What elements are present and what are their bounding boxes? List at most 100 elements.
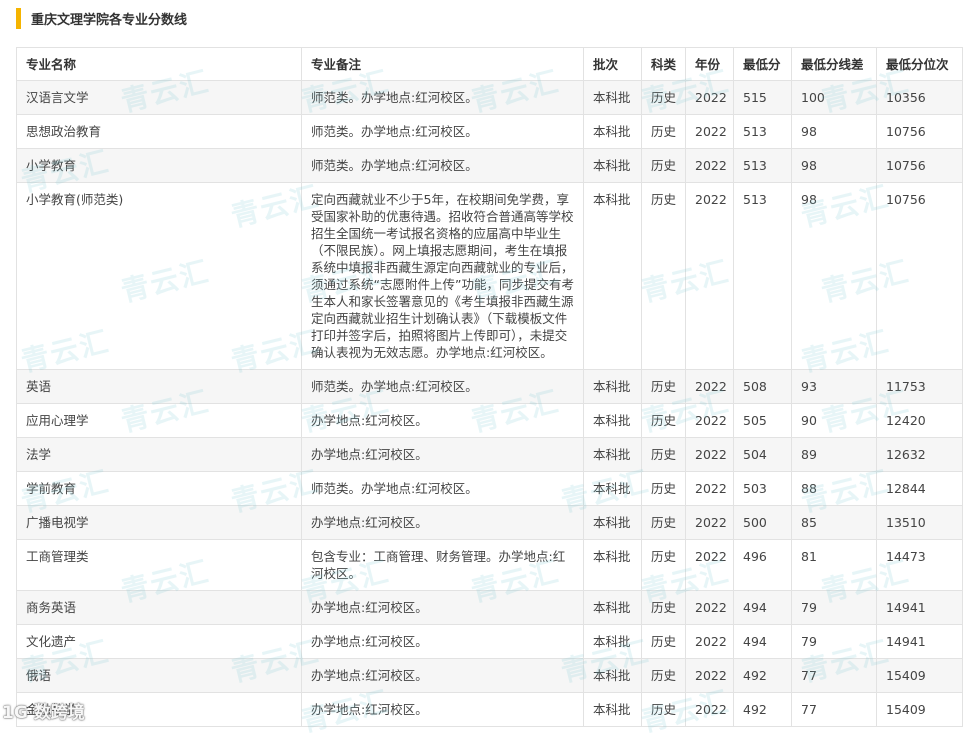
cell-batch: 本科批 xyxy=(583,369,642,404)
cell-batch: 本科批 xyxy=(583,471,642,506)
cell-score-diff: 89 xyxy=(791,437,877,472)
table-row: 汉语言文学 师范类。办学地点:红河校区。 本科批 历史 2022 515 100 10356 xyxy=(16,80,963,115)
cell-min-rank: 15409 xyxy=(876,658,963,693)
cell-batch: 本科批 xyxy=(583,539,642,591)
cell-subject: 历史 xyxy=(641,658,686,693)
table-row: 应用心理学 办学地点:红河校区。 本科批 历史 2022 505 90 12420 xyxy=(16,403,963,438)
cell-major: 广播电视学 xyxy=(16,505,302,540)
cell-batch: 本科批 xyxy=(583,80,642,115)
cell-min-score: 503 xyxy=(733,471,792,506)
cell-year: 2022 xyxy=(685,114,734,149)
header-major: 专业名称 xyxy=(16,47,302,81)
cell-batch: 本科批 xyxy=(583,114,642,149)
cell-batch: 本科批 xyxy=(583,437,642,472)
cell-min-score: 513 xyxy=(733,182,792,370)
cell-year: 2022 xyxy=(685,369,734,404)
title-accent-bar xyxy=(16,8,21,29)
cell-score-diff: 79 xyxy=(791,590,877,625)
cell-score-diff: 98 xyxy=(791,182,877,370)
cell-min-rank: 12632 xyxy=(876,437,963,472)
page-header: 重庆文理学院各专业分数线 xyxy=(16,8,187,29)
cell-score-diff: 79 xyxy=(791,624,877,659)
cell-year: 2022 xyxy=(685,658,734,693)
header-year: 年份 xyxy=(685,47,734,81)
cell-subject: 历史 xyxy=(641,437,686,472)
cell-min-rank: 12420 xyxy=(876,403,963,438)
cell-min-score: 505 xyxy=(733,403,792,438)
cell-subject: 历史 xyxy=(641,624,686,659)
cell-subject: 历史 xyxy=(641,80,686,115)
cell-min-score: 500 xyxy=(733,505,792,540)
table-header-row: 专业名称 专业备注 批次 科类 年份 最低分 最低分线差 最低分位次 xyxy=(16,47,963,81)
cell-min-rank: 10756 xyxy=(876,182,963,370)
cell-note: 办学地点:红河校区。 xyxy=(301,692,584,727)
cell-batch: 本科批 xyxy=(583,182,642,370)
cell-score-diff: 81 xyxy=(791,539,877,591)
cell-min-score: 492 xyxy=(733,658,792,693)
cell-score-diff: 77 xyxy=(791,658,877,693)
cell-min-rank: 14941 xyxy=(876,624,963,659)
table-row: 商务英语 办学地点:红河校区。 本科批 历史 2022 494 79 14941 xyxy=(16,590,963,625)
cell-batch: 本科批 xyxy=(583,658,642,693)
cell-year: 2022 xyxy=(685,471,734,506)
cell-subject: 历史 xyxy=(641,505,686,540)
cell-year: 2022 xyxy=(685,624,734,659)
cell-year: 2022 xyxy=(685,80,734,115)
cell-subject: 历史 xyxy=(641,148,686,183)
header-batch: 批次 xyxy=(583,47,642,81)
cell-major: 小学教育 xyxy=(16,148,302,183)
cell-major: 文化遗产 xyxy=(16,624,302,659)
cell-min-rank: 14473 xyxy=(876,539,963,591)
cell-note: 包含专业：工商管理、财务管理。办学地点:红河校区。 xyxy=(301,539,584,591)
cell-min-rank: 14941 xyxy=(876,590,963,625)
cell-batch: 本科批 xyxy=(583,624,642,659)
cell-major: 俄语 xyxy=(16,658,302,693)
cell-year: 2022 xyxy=(685,505,734,540)
cell-note: 办学地点:红河校区。 xyxy=(301,624,584,659)
cell-batch: 本科批 xyxy=(583,403,642,438)
cell-major: 商务英语 xyxy=(16,590,302,625)
cell-major: 汉语言文学 xyxy=(16,80,302,115)
cell-subject: 历史 xyxy=(641,590,686,625)
cell-major: 应用心理学 xyxy=(16,403,302,438)
cell-min-score: 504 xyxy=(733,437,792,472)
cell-min-rank: 10756 xyxy=(876,114,963,149)
cell-subject: 历史 xyxy=(641,539,686,591)
header-min-score: 最低分 xyxy=(733,47,792,81)
cell-major: 工商管理类 xyxy=(16,539,302,591)
cell-score-diff: 100 xyxy=(791,80,877,115)
cell-subject: 历史 xyxy=(641,692,686,727)
table-row: 思想政治教育 师范类。办学地点:红河校区。 本科批 历史 2022 513 98 10756 xyxy=(16,114,963,149)
cell-min-score: 508 xyxy=(733,369,792,404)
cell-note: 师范类。办学地点:红河校区。 xyxy=(301,80,584,115)
cell-min-score: 494 xyxy=(733,590,792,625)
cell-score-diff: 98 xyxy=(791,114,877,149)
cell-major: 英语 xyxy=(16,369,302,404)
cell-note: 办学地点:红河校区。 xyxy=(301,505,584,540)
cell-year: 2022 xyxy=(685,182,734,370)
header-subject: 科类 xyxy=(641,47,686,81)
cell-score-diff: 88 xyxy=(791,471,877,506)
cell-note: 师范类。办学地点:红河校区。 xyxy=(301,369,584,404)
cell-note: 定向西藏就业不少于5年，在校期间免学费，享受国家补助的优惠待遇。招收符合普通高等… xyxy=(301,182,584,370)
cell-subject: 历史 xyxy=(641,471,686,506)
cell-score-diff: 77 xyxy=(791,692,877,727)
cell-score-diff: 98 xyxy=(791,148,877,183)
cell-min-score: 492 xyxy=(733,692,792,727)
cell-min-score: 494 xyxy=(733,624,792,659)
table-row: 英语 师范类。办学地点:红河校区。 本科批 历史 2022 508 93 11753 xyxy=(16,369,963,404)
cell-major: 法学 xyxy=(16,437,302,472)
cell-min-rank: 15409 xyxy=(876,692,963,727)
cell-min-score: 515 xyxy=(733,80,792,115)
header-min-rank: 最低分位次 xyxy=(876,47,963,81)
cell-batch: 本科批 xyxy=(583,590,642,625)
cell-note: 师范类。办学地点:红河校区。 xyxy=(301,114,584,149)
page-title: 重庆文理学院各专业分数线 xyxy=(31,13,188,28)
cell-min-rank: 11753 xyxy=(876,369,963,404)
table-row: 金融数学 办学地点:红河校区。 本科批 历史 2022 492 77 15409 xyxy=(16,692,963,727)
cell-subject: 历史 xyxy=(641,369,686,404)
cell-score-diff: 93 xyxy=(791,369,877,404)
cell-subject: 历史 xyxy=(641,182,686,370)
cell-major: 小学教育(师范类) xyxy=(16,182,302,370)
cell-year: 2022 xyxy=(685,539,734,591)
